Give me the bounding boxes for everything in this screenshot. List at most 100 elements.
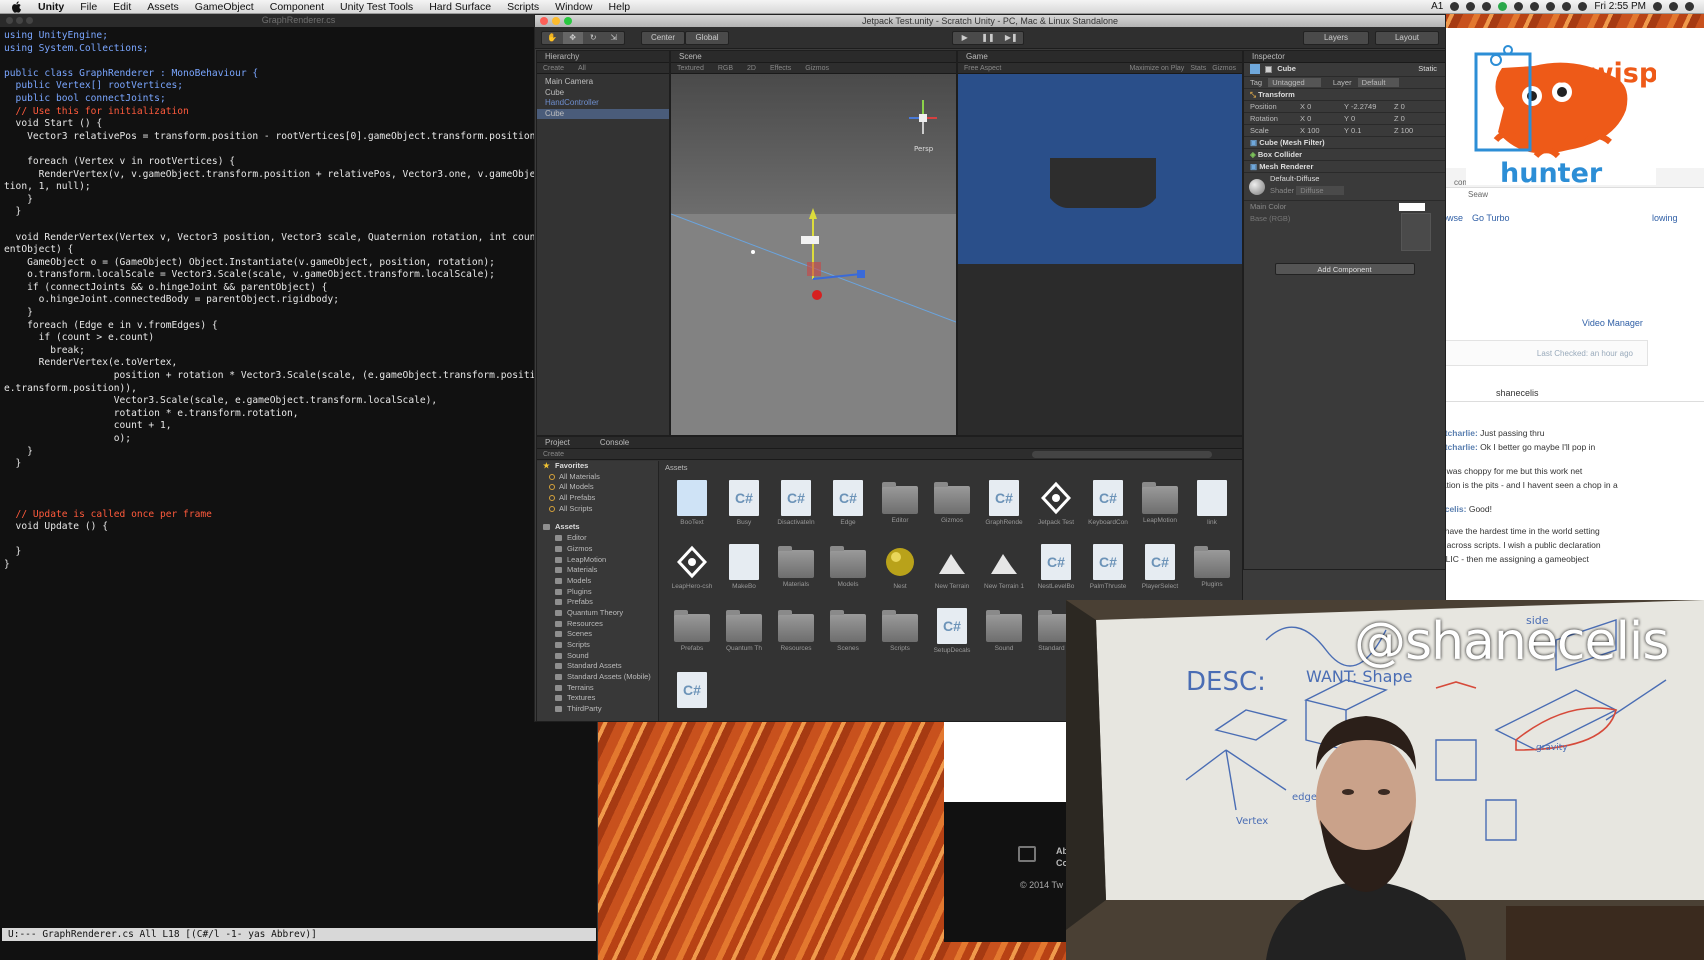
code-line[interactable]	[4, 483, 597, 496]
hierarchy-create-button[interactable]: Create	[543, 63, 564, 73]
project-search-input[interactable]	[1032, 451, 1212, 458]
menu-help[interactable]: Help	[601, 1, 639, 13]
game-viewport[interactable]	[958, 74, 1242, 264]
code-line[interactable]: foreach (Edge e in v.fromEdges) {	[4, 320, 597, 333]
tree-folder-scenes[interactable]: Scenes	[537, 629, 658, 640]
zoom-button[interactable]	[26, 17, 33, 24]
scene-effects-dropdown[interactable]: Effects	[770, 63, 791, 73]
wifi-icon[interactable]	[1562, 2, 1572, 11]
volume-icon[interactable]	[1578, 2, 1588, 11]
code-line[interactable]: Vector3.Scale(scale, e.gameObject.transf…	[4, 395, 597, 408]
tree-folder-models[interactable]: Models	[537, 576, 658, 587]
notification-center-icon[interactable]	[1685, 2, 1694, 11]
tab-hierarchy[interactable]: Hierarchy	[537, 51, 669, 63]
code-line[interactable]: void Start () {	[4, 118, 597, 131]
asset-item[interactable]: Prefabs	[667, 608, 717, 666]
code-line[interactable]: foreach (Vertex v in rootVertices) {	[4, 156, 597, 169]
asset-item[interactable]: link	[1187, 480, 1237, 538]
asset-item[interactable]: LeapHero-csh	[667, 544, 717, 602]
asset-item[interactable]: C# Edge	[823, 480, 873, 538]
code-line[interactable]: public Vertex[] rootVertices;	[4, 80, 597, 93]
tab-scene[interactable]: Scene	[671, 51, 956, 63]
following-link[interactable]: lowing	[1652, 213, 1678, 223]
apple-icon[interactable]	[12, 0, 22, 13]
code-line[interactable]: break;	[4, 345, 597, 358]
time-machine-icon[interactable]	[1530, 2, 1540, 11]
zoom-button[interactable]	[564, 17, 572, 25]
code-line[interactable]	[4, 471, 597, 484]
code-line[interactable]: public bool connectJoints;	[4, 93, 597, 106]
stats-toggle[interactable]: Stats	[1190, 63, 1206, 73]
video-manager-link[interactable]: Video Manager	[1582, 318, 1643, 328]
code-line[interactable]: public class GraphRenderer : MonoBehavio…	[4, 68, 597, 81]
code-line[interactable]: }	[4, 206, 597, 219]
code-line[interactable]: Vector3 relativePos = transform.position…	[4, 131, 597, 144]
code-line[interactable]: e.transform.position)),	[4, 383, 597, 396]
asset-item[interactable]: C# DisactivateIn	[771, 480, 821, 538]
asset-item[interactable]: Models	[823, 544, 873, 602]
box-collider-component[interactable]: ◈ Box Collider	[1244, 149, 1445, 161]
pivot-toggle[interactable]: Center	[641, 31, 685, 45]
asset-item[interactable]: Gizmos	[927, 480, 977, 538]
menubar-clock[interactable]: Fri 2:55 PM	[1594, 1, 1646, 12]
code-line[interactable]: RenderVertex(e.toVertex,	[4, 357, 597, 370]
tree-folder-sound[interactable]: Sound	[537, 651, 658, 662]
code-line[interactable]	[4, 143, 597, 156]
code-line[interactable]: }	[4, 194, 597, 207]
scale-tool-icon[interactable]: ⇲	[604, 32, 625, 44]
menu-file[interactable]: File	[72, 1, 105, 13]
asset-item[interactable]: C# PlayerSelect	[1135, 544, 1185, 602]
asset-item[interactable]: Scripts	[875, 608, 925, 666]
code-line[interactable]: }	[4, 307, 597, 320]
hierarchy-item-cube-selected[interactable]: Cube	[537, 108, 669, 119]
asset-item[interactable]: LeapMotion	[1135, 480, 1185, 538]
layout-dropdown[interactable]: Layout	[1375, 31, 1439, 45]
asset-item[interactable]: C# KeyboardCon	[1083, 480, 1133, 538]
code-line[interactable]: count + 1,	[4, 420, 597, 433]
close-button[interactable]	[6, 17, 13, 24]
menu-scripts[interactable]: Scripts	[499, 1, 547, 13]
asset-item[interactable]: BooText	[667, 480, 717, 538]
code-line[interactable]	[4, 55, 597, 68]
code-line[interactable]: void RenderVertex(Vertex v, Vector3 posi…	[4, 232, 597, 245]
scene-2d-toggle[interactable]: 2D	[747, 63, 756, 73]
asset-item[interactable]: C# PalmThruste	[1083, 544, 1133, 602]
rotation-y-field[interactable]: 0	[1351, 114, 1355, 123]
tree-folder-leapmotion[interactable]: LeapMotion	[537, 555, 658, 566]
code-line[interactable]: using System.Collections;	[4, 43, 597, 56]
tab-project[interactable]: Project	[545, 437, 570, 448]
tree-folder-prefabs[interactable]: Prefabs	[537, 597, 658, 608]
tree-fav-all-prefabs[interactable]: All Prefabs	[537, 493, 658, 504]
asset-item[interactable]: C# GraphRende	[979, 480, 1029, 538]
menu-component[interactable]: Component	[262, 1, 332, 13]
asset-item[interactable]: C# NestLevelBo	[1031, 544, 1081, 602]
asset-item[interactable]: Scenes	[823, 608, 873, 666]
rotate-tool-icon[interactable]: ↻	[583, 32, 604, 44]
code-buffer[interactable]: using UnityEngine; using System.Collectio…	[4, 30, 597, 572]
tree-folder-terrains[interactable]: Terrains	[537, 683, 658, 694]
asset-item[interactable]: Sound	[979, 608, 1029, 666]
code-line[interactable]: // Use this for initialization	[4, 106, 597, 119]
code-line[interactable]: rotation * e.transform.rotation,	[4, 408, 597, 421]
code-line[interactable]	[4, 219, 597, 232]
asset-item[interactable]: C# Busy	[719, 480, 769, 538]
tree-fav-all-models[interactable]: All Models	[537, 482, 658, 493]
code-line[interactable]: entObject) {	[4, 244, 597, 257]
code-line[interactable]: o);	[4, 433, 597, 446]
code-line[interactable]: RenderVertex(v, v.gameObject.transform.p…	[4, 169, 597, 182]
scale-x-field[interactable]: 100	[1307, 126, 1320, 135]
user-icon[interactable]	[1653, 2, 1662, 11]
asset-item[interactable]: MakeBo	[719, 544, 769, 602]
dropbox-icon[interactable]	[1450, 2, 1460, 11]
asset-item[interactable]: C# SetupDecals	[927, 608, 977, 666]
hierarchy-item-main-camera[interactable]: Main Camera	[537, 77, 669, 88]
code-line[interactable]	[4, 496, 597, 509]
tree-folder-thirdparty[interactable]: ThirdParty	[537, 704, 658, 715]
mesh-renderer-component[interactable]: ▣ Mesh Renderer	[1244, 161, 1445, 173]
menu-assets[interactable]: Assets	[139, 1, 187, 13]
code-line[interactable]: position + rotation * Vector3.Scale(scal…	[4, 370, 597, 383]
asset-item[interactable]: Materials	[771, 544, 821, 602]
step-icon[interactable]: ▶❚	[1000, 32, 1023, 44]
code-line[interactable]: tion, 1, null);	[4, 181, 597, 194]
scale-z-field[interactable]: 100	[1401, 126, 1414, 135]
